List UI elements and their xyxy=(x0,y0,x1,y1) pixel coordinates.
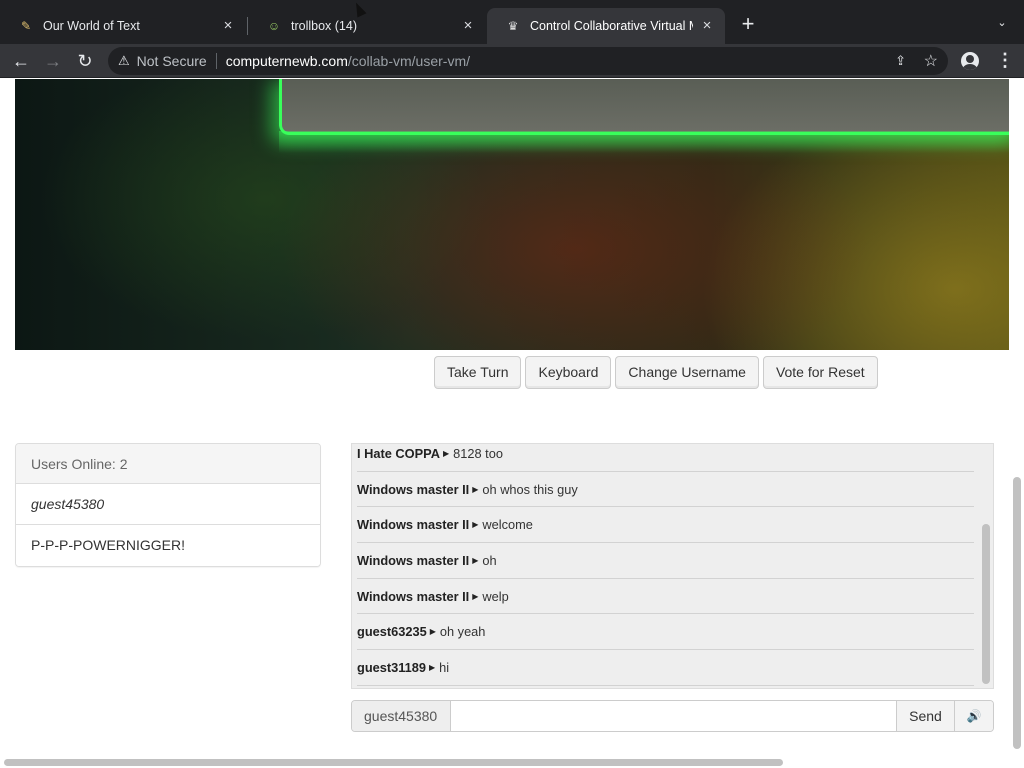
tab-title: Our World of Text xyxy=(43,19,140,33)
vote-reset-button[interactable]: Vote for Reset xyxy=(762,356,878,389)
caret-right-icon: ▶ xyxy=(442,448,450,458)
chat-message-input[interactable] xyxy=(451,701,896,731)
close-tab-icon[interactable]: × xyxy=(699,18,715,34)
user-list-item[interactable]: P-P-P-POWERNIGGER! xyxy=(16,525,320,566)
close-tab-icon[interactable]: × xyxy=(460,18,476,34)
chat-message: Windows master II ▶ oh xyxy=(357,543,974,579)
address-bar[interactable]: ⚠ Not Secure computernewb.com/collab-vm/… xyxy=(108,47,948,75)
chat-message: Windows master II ▶ welcome xyxy=(357,507,974,544)
chat-username: Windows master II xyxy=(357,517,470,533)
take-turn-button[interactable]: Take Turn xyxy=(434,356,522,389)
chat-text: 8128 too xyxy=(453,445,503,461)
address-divider xyxy=(215,53,217,69)
vm-window xyxy=(279,79,1009,135)
caret-right-icon: ▶ xyxy=(429,662,436,672)
tab-collabvm[interactable]: ♛ Control Collaborative Virtual M × xyxy=(487,8,725,44)
chat-input-bar: guest45380 Send 🔊 xyxy=(351,700,994,732)
chat-username: guest31189 xyxy=(357,659,427,675)
tab-title: Control Collaborative Virtual M xyxy=(530,19,693,33)
page-vertical-scrollbar[interactable] xyxy=(1013,477,1021,749)
share-icon[interactable]: ⇪ xyxy=(895,53,906,69)
reload-icon[interactable]: ↻ xyxy=(74,50,96,72)
chat-username-addon: guest45380 xyxy=(352,701,451,731)
forward-arrow-icon[interactable]: → xyxy=(42,50,64,72)
trollbox-favicon-icon: ☺ xyxy=(267,19,281,33)
tab-search-icon[interactable]: ⌄ xyxy=(994,16,1010,32)
chat-text: welcome xyxy=(482,517,533,533)
owot-favicon-icon: ✎ xyxy=(20,19,32,33)
url-host: computernewb.com xyxy=(225,53,348,69)
caret-right-icon: ▶ xyxy=(472,591,479,601)
chat-text: oh xyxy=(482,552,497,568)
page-horizontal-scrollbar[interactable] xyxy=(4,759,783,766)
chat-panel[interactable]: I Hate COPPA ▶ 8128 too Windows master II ▶… xyxy=(351,443,994,689)
vm-controls: Take Turn Keyboard Change Username Vote … xyxy=(434,356,878,389)
vm-display[interactable] xyxy=(15,79,1009,350)
user-list-item[interactable]: guest45380 xyxy=(16,484,320,525)
chat-username: guest63235 xyxy=(357,624,427,640)
caret-right-icon: ▶ xyxy=(429,627,436,637)
browser-menu-icon[interactable]: ⋮ xyxy=(996,51,1014,71)
chat-username: I Hate COPPA xyxy=(357,445,440,461)
chat-text: oh yeah xyxy=(439,624,486,640)
chat-message: guest63235 ▶ oh yeah xyxy=(357,614,974,651)
bookmark-star-icon[interactable]: ☆ xyxy=(924,51,938,71)
change-username-button[interactable]: Change Username xyxy=(615,356,759,389)
browser-tab-strip: ✎ Our World of Text × ☺ trollbox (14) × … xyxy=(0,0,1024,44)
chat-message-list: I Hate COPPA ▶ 8128 too Windows master II ▶… xyxy=(352,444,974,686)
send-button[interactable]: Send xyxy=(896,701,954,731)
close-tab-icon[interactable]: × xyxy=(220,18,236,34)
chat-message: Windows master II ▶ oh whos this guy xyxy=(357,472,974,508)
caret-right-icon: ▶ xyxy=(472,520,479,530)
chat-message: guest31189 ▶ hi xyxy=(357,650,974,686)
browser-toolbar: ← → ↻ ⚠ Not Secure computernewb.com/coll… xyxy=(0,44,1024,78)
caret-right-icon: ▶ xyxy=(472,555,479,565)
users-online-count: Users Online: 2 xyxy=(16,444,320,484)
collabvm-favicon-icon: ♛ xyxy=(507,19,519,33)
warning-icon[interactable]: ⚠ xyxy=(118,53,130,69)
profile-avatar-icon[interactable] xyxy=(961,52,979,70)
chat-text: oh whos this guy xyxy=(482,481,578,497)
security-label[interactable]: Not Secure xyxy=(137,53,207,69)
new-tab-button[interactable]: + xyxy=(737,13,759,36)
page-viewport: Take Turn Keyboard Change Username Vote … xyxy=(0,79,1024,768)
online-users-panel: Users Online: 2 guest45380 P-P-P-POWERNI… xyxy=(15,443,321,567)
chat-username: Windows master II xyxy=(357,481,470,497)
chat-scrollbar[interactable] xyxy=(982,524,990,684)
vm-window-glow xyxy=(279,131,1009,153)
chat-text: hi xyxy=(439,659,450,675)
tab-our-world-of-text[interactable]: ✎ Our World of Text × xyxy=(0,8,246,44)
tab-trollbox[interactable]: ☺ trollbox (14) × xyxy=(248,8,486,44)
chat-text: welp xyxy=(482,588,509,604)
keyboard-button[interactable]: Keyboard xyxy=(525,356,612,389)
chat-message: I Hate COPPA ▶ 8128 too xyxy=(357,444,974,472)
caret-right-icon: ▶ xyxy=(472,484,479,494)
back-arrow-icon[interactable]: ← xyxy=(10,50,32,72)
chat-username: Windows master II xyxy=(357,588,470,604)
tab-title: trollbox (14) xyxy=(291,19,357,33)
chat-username: Windows master II xyxy=(357,552,470,568)
volume-icon[interactable]: 🔊 xyxy=(954,701,993,731)
url-path: /collab-vm/user-vm/ xyxy=(347,53,471,69)
chat-message: Windows master II ▶ welp xyxy=(357,579,974,615)
